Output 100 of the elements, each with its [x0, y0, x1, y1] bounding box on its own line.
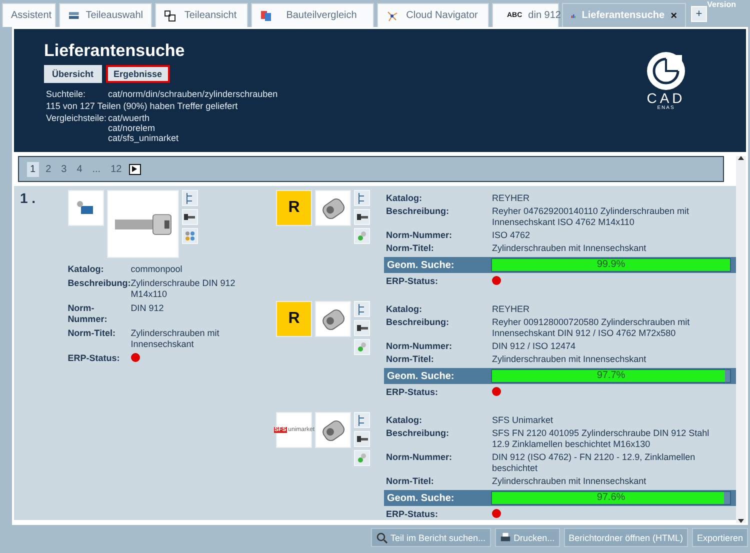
tab[interactable]: Bauteilvergleich: [251, 3, 374, 27]
geom-search-label: Geom. Suche:: [387, 370, 456, 382]
printer-icon: [500, 532, 511, 543]
screw-icon: [356, 324, 368, 332]
field-value: Zylinderschraube DIN 912 M14x110: [130, 278, 236, 300]
field-value: SFS FN 2120 401095 Zylinderschraube DIN 912 Stahl 12.9 Zinklamellen beschichtet M16x130: [492, 428, 710, 450]
match-reading: 99.9%: [596, 259, 626, 271]
field-value: REYHER: [492, 193, 531, 204]
screw-icon: [356, 212, 368, 222]
page-link[interactable]: 3: [58, 162, 70, 176]
page-link[interactable]: 2: [42, 162, 54, 176]
play-icon: [132, 166, 138, 172]
field-label: Norm-Nummer:: [386, 230, 454, 241]
field-label: Norm-Titel:: [386, 243, 435, 254]
field-label: Norm-Titel:: [386, 476, 435, 487]
geom-search-label: Geom. Suche:: [387, 492, 456, 504]
part-view-button[interactable]: [354, 431, 370, 447]
field-label: ERP-Status:: [386, 276, 440, 287]
field-label: ERP-Status:: [68, 353, 121, 364]
cubes-icon: [184, 231, 195, 241]
tree-view-button[interactable]: [354, 190, 370, 206]
catalog-path: cat/norm/din/schrauben/zylinderschrauben: [108, 89, 278, 99]
field-value: REYHER: [492, 304, 531, 315]
page-link[interactable]: ...: [89, 162, 104, 176]
field-value: Reyher 047629200140110 Zylinderschrauben mit Innensechskant ISO 4762 M14x110: [492, 206, 690, 228]
info-text: 115 von 127 Teilen (90%) haben Treffer geliefert: [46, 101, 238, 111]
field-label: Katalog:: [386, 415, 423, 426]
field-label: Beschreibung:: [68, 278, 131, 290]
field-label: Katalog:: [386, 304, 423, 315]
logo-text: CAD: [646, 91, 686, 105]
tab[interactable]: Teileansicht: [155, 3, 248, 27]
search-icon: [376, 532, 388, 544]
part-view-button[interactable]: [354, 320, 370, 336]
field-value: Zylinderschrauben mit Innensechskant: [130, 328, 220, 350]
view-button[interactable]: Übersicht: [44, 65, 102, 83]
catalog-path: cat/sfs_unimarket: [108, 133, 179, 143]
page-link[interactable]: 4: [74, 162, 86, 176]
tree-icon: [357, 414, 367, 426]
result-number: 1 .: [20, 190, 37, 206]
page-link[interactable]: 1: [27, 162, 39, 176]
cube-icon: [357, 231, 367, 241]
part-view-button[interactable]: [354, 209, 370, 225]
compare-icon: [260, 10, 272, 22]
scroll-down-icon[interactable]: [738, 519, 744, 523]
field-value: DIN 912 (ISO 4762) - FN 2120 - 12.9, Zinklamellen beschichtet: [492, 452, 696, 474]
cube-icon: [357, 342, 367, 352]
info-label: Vergleichsteile:: [46, 113, 108, 125]
add-tab-button[interactable]: +: [691, 6, 707, 22]
geom-search-label: Geom. Suche:: [387, 260, 456, 270]
catalog-path: cat/wuerth: [108, 113, 151, 123]
field-value: DIN 912 / ISO 12474: [492, 341, 577, 352]
field-label: Katalog:: [386, 193, 423, 204]
match-reading: 97.7%: [596, 370, 626, 382]
view-button[interactable]: Ergebnisse: [106, 65, 170, 83]
catalog-path: cat/norelem: [108, 123, 156, 133]
tab[interactable]: Teileauswahl: [59, 3, 152, 27]
field-label: Beschreibung:: [386, 428, 450, 440]
field-label: Beschreibung:: [386, 317, 450, 329]
tab[interactable]: Lieferantensuche ×: [562, 3, 686, 27]
next-page-button[interactable]: [128, 164, 141, 174]
field-value: commonpool: [130, 264, 184, 275]
close-button[interactable]: ×: [670, 10, 677, 22]
field-label: Norm-Nummer:: [68, 303, 108, 325]
field-label: Katalog:: [68, 264, 105, 275]
page-title: Lieferantensuche: [44, 41, 186, 61]
field-value: Reyher 009128000720580 Zylinderschrauben mit Innensechskant DIN 912 / ISO 4762 M72x580: [492, 317, 691, 339]
field-value: Zylinderschrauben mit Innensechskant: [492, 476, 648, 487]
match-reading: 97.6%: [596, 492, 626, 504]
field-value: Zylinderschrauben mit Innensechskant: [492, 243, 648, 254]
page-link[interactable]: 12: [108, 162, 125, 176]
cubes-icon: [164, 10, 176, 22]
field-label: ERP-Status:: [386, 509, 440, 520]
tree-icon: [184, 192, 195, 204]
part-view-button[interactable]: [182, 209, 198, 225]
tree-view-button[interactable]: [354, 412, 370, 428]
logo-ring-icon: [646, 51, 686, 91]
supplier-logo: R: [276, 190, 312, 226]
version-text: Version: [707, 0, 736, 9]
tab[interactable]: Assistent: [2, 3, 56, 27]
cube-icon: [357, 453, 367, 463]
field-label: Norm-Titel:: [386, 354, 435, 365]
tree-view-button[interactable]: [182, 190, 198, 206]
field-label: Beschreibung:: [386, 206, 450, 218]
screw-icon: [356, 434, 368, 444]
field-value: ISO 4762: [492, 230, 532, 241]
field-label: ERP-Status:: [386, 387, 440, 398]
supplier-logo: R: [276, 301, 312, 337]
field-value: SFS Unimarket: [492, 415, 554, 426]
scroll-up-icon[interactable]: [738, 156, 744, 160]
stack-icon: [68, 10, 80, 22]
info-label: Suchteile:: [46, 89, 87, 99]
tree-view-button[interactable]: [354, 301, 370, 317]
field-label: Norm-Nummer:: [386, 341, 454, 352]
tab[interactable]: Cloud Navigator: [377, 3, 489, 27]
tree-icon: [357, 304, 367, 314]
screw-icon: [184, 212, 196, 222]
tree-icon: [357, 192, 367, 204]
field-label: Norm-Titel:: [68, 328, 117, 340]
field-value: DIN 912: [130, 303, 165, 315]
network-icon: [386, 10, 398, 22]
